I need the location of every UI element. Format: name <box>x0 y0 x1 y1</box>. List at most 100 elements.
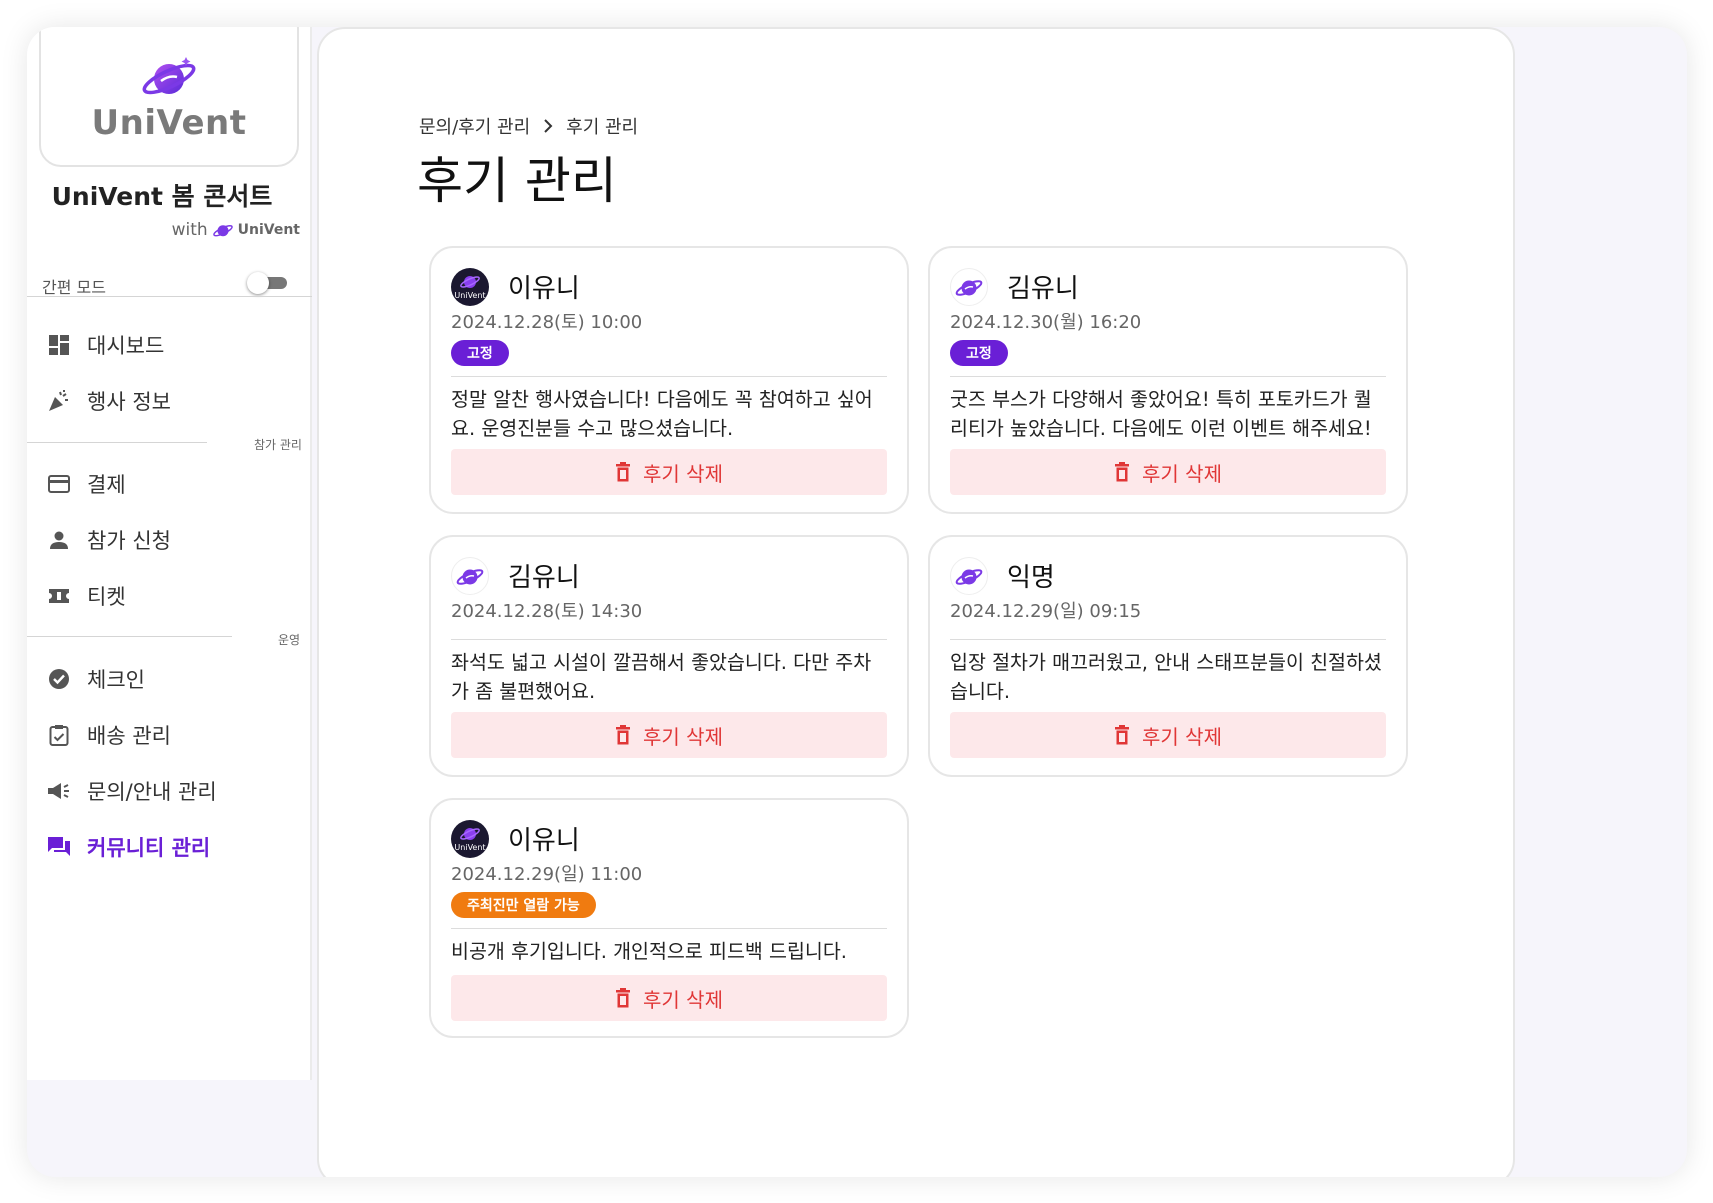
planet-avatar <box>950 268 988 306</box>
pinned-badge: 고정 <box>950 340 1008 366</box>
planet-avatar <box>451 557 489 595</box>
nav-event-info-label: 행사 정보 <box>87 390 171 414</box>
delete-review-button[interactable]: 후기 삭제 <box>950 712 1386 758</box>
check-circle-icon <box>47 667 71 691</box>
trash-icon <box>1115 462 1130 482</box>
nav-community-label: 커뮤니티 관리 <box>87 836 211 860</box>
simple-mode-toggle[interactable] <box>247 272 287 294</box>
nav-event-info[interactable]: 행사 정보 <box>47 386 171 416</box>
review-date: 2024.12.28(토) 14:30 <box>451 601 643 622</box>
review-author: 이유니 <box>508 274 580 304</box>
page-title: 후기 관리 <box>417 152 617 210</box>
person-icon <box>47 528 71 552</box>
nav-dashboard-label: 대시보드 <box>87 334 165 358</box>
card-divider <box>451 639 887 640</box>
private-badge: 주최진만 열람 가능 <box>451 892 596 918</box>
card-divider <box>950 639 1386 640</box>
party-popper-icon <box>47 389 71 413</box>
with-brand: UniVent <box>237 222 300 238</box>
delete-review-label: 후기 삭제 <box>1142 461 1222 486</box>
nav-community[interactable]: 커뮤니티 관리 <box>47 832 210 862</box>
dark-logo-avatar: UniVent <box>451 268 489 306</box>
planet-avatar <box>950 557 988 595</box>
nav-dashboard[interactable]: 대시보드 <box>47 330 164 360</box>
pinned-badge: 고정 <box>451 340 509 366</box>
review-card: UniVent 이유니 2024.12.29(일) 11:00 주최진만 열람 … <box>429 798 909 1038</box>
ticket-icon <box>47 584 71 608</box>
review-date: 2024.12.29(일) 09:15 <box>950 601 1142 622</box>
logo-wordmark: UniVent <box>91 103 247 143</box>
planet-logo-icon <box>142 57 196 95</box>
event-title: UniVent 봄 콘서트 <box>51 182 273 211</box>
delete-review-label: 후기 삭제 <box>643 724 723 749</box>
delete-review-label: 후기 삭제 <box>643 461 723 486</box>
divider <box>27 442 207 443</box>
nav-checkin[interactable]: 체크인 <box>47 664 145 694</box>
svg-text:UniVent: UniVent <box>454 291 485 300</box>
nav-inquiry-label: 문의/안내 관리 <box>87 780 217 804</box>
review-card: 김유니 2024.12.28(토) 14:30 좌석도 넓고 시설이 깔끔해서 … <box>429 535 909 777</box>
nav-payment-label: 결제 <box>87 473 126 497</box>
breadcrumb: 문의/후기 관리 후기 관리 <box>419 113 638 139</box>
review-card: 김유니 2024.12.30(월) 16:20 고정 굿즈 부스가 다양해서 좋… <box>928 246 1408 514</box>
main-panel: 문의/후기 관리 후기 관리 후기 관리 UniVent 이유니 2024.12… <box>317 27 1515 1177</box>
with-label: with <box>171 220 208 240</box>
review-author: 김유니 <box>1007 274 1079 304</box>
review-date: 2024.12.30(월) 16:20 <box>950 312 1142 333</box>
review-date: 2024.12.28(토) 10:00 <box>451 312 643 333</box>
trash-icon <box>1115 725 1130 745</box>
credit-card-icon <box>47 472 71 496</box>
powered-by: with UniVent <box>172 220 300 240</box>
trash-icon <box>616 725 631 745</box>
review-content: 좌석도 넓고 시설이 깔끔해서 좋았습니다. 다만 주차가 좀 불편했어요. <box>451 651 872 703</box>
sidebar: UniVent UniVent 봄 콘서트 with UniVent 간편 모드… <box>27 27 312 1080</box>
divider <box>27 296 312 297</box>
breadcrumb-current: 후기 관리 <box>566 117 639 138</box>
delete-review-button[interactable]: 후기 삭제 <box>451 712 887 758</box>
delete-review-button[interactable]: 후기 삭제 <box>950 449 1386 495</box>
review-content: 굿즈 부스가 다양해서 좋았어요! 특히 포토카드가 퀄리티가 높았습니다. 다… <box>950 388 1372 440</box>
trash-icon <box>616 462 631 482</box>
nav-registration-label: 참가 신청 <box>87 529 171 553</box>
nav-ticket-label: 티켓 <box>87 585 126 609</box>
logo-box[interactable]: UniVent <box>39 27 299 167</box>
divider <box>27 636 232 637</box>
nav-registration[interactable]: 참가 신청 <box>47 525 171 555</box>
nav-ticket[interactable]: 티켓 <box>47 581 126 611</box>
clipboard-check-icon <box>47 723 71 747</box>
section-participation: 참가 관리 <box>254 438 302 452</box>
chat-icon <box>47 835 71 859</box>
delete-review-label: 후기 삭제 <box>643 987 723 1012</box>
review-content: 정말 알찬 행사였습니다! 다음에도 꼭 참여하고 싶어요. 운영진분들 수고 … <box>451 388 873 440</box>
delete-review-button[interactable]: 후기 삭제 <box>451 449 887 495</box>
review-content: 비공개 후기입니다. 개인적으로 피드백 드립니다. <box>451 940 847 963</box>
review-author: 익명 <box>1007 563 1055 593</box>
nav-delivery-label: 배송 관리 <box>87 724 171 748</box>
card-divider <box>451 928 887 929</box>
delete-review-label: 후기 삭제 <box>1142 724 1222 749</box>
review-author: 이유니 <box>508 826 580 856</box>
breadcrumb-parent[interactable]: 문의/후기 관리 <box>419 113 530 139</box>
nav-payment[interactable]: 결제 <box>47 469 126 499</box>
delete-review-button[interactable]: 후기 삭제 <box>451 975 887 1021</box>
planet-mini-icon <box>212 225 233 237</box>
card-divider <box>451 376 887 377</box>
megaphone-icon <box>47 779 71 803</box>
nav-delivery[interactable]: 배송 관리 <box>47 720 171 750</box>
review-content: 입장 절차가 매끄러웠고, 안내 스태프분들이 친절하셨습니다. <box>950 651 1382 703</box>
dashboard-icon <box>47 333 71 357</box>
review-date: 2024.12.29(일) 11:00 <box>451 864 643 885</box>
trash-icon <box>616 988 631 1008</box>
card-divider <box>950 376 1386 377</box>
nav-checkin-label: 체크인 <box>87 668 145 692</box>
dark-logo-avatar: UniVent <box>451 820 489 858</box>
review-card: UniVent 이유니 2024.12.28(토) 10:00 고정 정말 알찬… <box>429 246 909 514</box>
app-frame: UniVent UniVent 봄 콘서트 with UniVent 간편 모드… <box>27 27 1687 1177</box>
svg-text:UniVent: UniVent <box>454 843 485 852</box>
review-author: 김유니 <box>508 563 580 593</box>
simple-mode-label: 간편 모드 <box>42 278 106 297</box>
nav-inquiry[interactable]: 문의/안내 관리 <box>47 776 217 806</box>
section-operation: 운영 <box>278 633 301 647</box>
chevron-right-icon <box>544 119 553 133</box>
review-card: 익명 2024.12.29(일) 09:15 입장 절차가 매끄러웠고, 안내 … <box>928 535 1408 777</box>
